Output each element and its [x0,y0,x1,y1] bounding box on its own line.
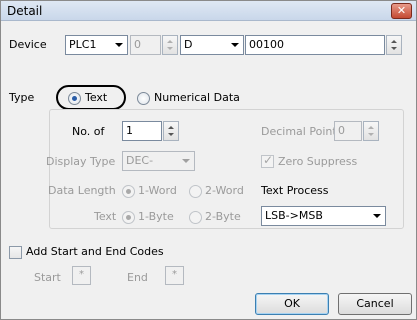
no-of-value: 1 [126,124,133,137]
spin-up-icon [368,126,374,129]
display-type-label: Display Type [46,155,116,168]
display-type-value: DEC- [126,154,154,167]
detail-dialog: Detail ✕ Device PLC1 0 D 00100 Type Text… [0,0,417,320]
title-bar: Detail ✕ [1,1,416,21]
type-text-label[interactable]: Text [85,91,107,105]
text-process-value: LSB->MSB [265,209,323,222]
chevron-down-icon [182,159,190,163]
zero-suppress-checkbox[interactable]: ✓ [261,153,274,168]
spin-down-icon [167,47,173,50]
text-2byte-label[interactable]: 2-Byte [205,210,241,224]
data-length-label: Data Length [48,184,116,197]
address-value: 00100 [249,38,284,51]
ok-button[interactable]: OK [255,293,329,315]
type-text-radio[interactable] [68,92,81,105]
station-spinner[interactable] [162,35,178,55]
data-length-1word-label[interactable]: 1-Word [138,184,177,198]
spin-up-icon [167,40,173,43]
spin-up-icon [391,40,397,43]
data-length-1word-radio[interactable] [122,185,135,198]
type-numerical-radio[interactable] [137,92,150,105]
chevron-down-icon [231,43,239,47]
spin-up-icon [168,126,174,129]
no-of-field[interactable]: 1 [122,121,162,141]
spin-down-icon [168,133,174,136]
chevron-down-icon [373,214,381,218]
window-title: Detail [7,4,43,18]
data-length-2word-radio[interactable] [189,185,202,198]
station-value: 0 [134,38,141,51]
decimal-point-spinner[interactable] [363,121,379,141]
device-label: Device [9,38,47,51]
display-type-select[interactable]: DEC- [122,151,195,171]
device-type-value: D [184,38,193,51]
chevron-down-icon [115,43,123,47]
plc-value: PLC1 [69,38,97,51]
text-process-select[interactable]: LSB->MSB [261,206,386,226]
text-process-label: Text Process [261,184,329,197]
checkmark-icon: ✓ [263,153,274,167]
type-numerical-label[interactable]: Numerical Data [154,91,240,105]
device-type-select[interactable]: D [180,35,244,55]
type-label: Type [9,91,35,104]
text-1byte-label[interactable]: 1-Byte [138,210,174,224]
text-length-label: Text [94,210,117,223]
no-of-label: No. of [72,125,105,138]
decimal-point-field[interactable]: 0 [334,121,362,141]
close-button[interactable]: ✕ [391,3,412,19]
station-number-field[interactable]: 0 [130,35,161,55]
text-1byte-radio[interactable] [122,211,135,224]
spin-down-icon [391,47,397,50]
cancel-button[interactable]: Cancel [338,293,412,315]
spin-down-icon [368,133,374,136]
address-field[interactable]: 00100 [245,35,385,55]
add-codes-checkbox[interactable] [9,246,22,259]
start-label: Start [34,271,61,284]
no-of-spinner[interactable] [163,121,179,141]
plc-select[interactable]: PLC1 [65,35,128,55]
add-codes-label[interactable]: Add Start and End Codes [26,245,164,259]
decimal-point-value: 0 [338,124,345,137]
text-2byte-radio[interactable] [189,211,202,224]
address-spinner[interactable] [386,35,402,55]
data-length-2word-label[interactable]: 2-Word [205,184,244,198]
zero-suppress-label[interactable]: Zero Suppress [278,155,357,169]
start-code-button[interactable]: * [72,266,91,285]
decimal-point-label: Decimal Point [261,125,337,138]
end-label: End [127,271,148,284]
end-code-button[interactable]: * [165,266,184,285]
